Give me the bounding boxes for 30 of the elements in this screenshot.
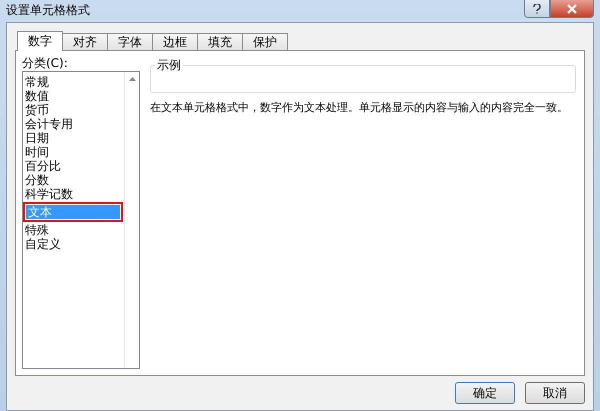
tab[interactable]: 保护 bbox=[242, 33, 288, 50]
window-title: 设置单元格格式 bbox=[6, 2, 90, 19]
category-list[interactable]: 常规 数值 货币 会计专用 日期 时间 百分比 分数 科学记数 文本 特殊 自定义 bbox=[22, 71, 140, 369]
scroll-up-icon bbox=[128, 77, 136, 81]
scrollbar[interactable] bbox=[124, 72, 139, 368]
category-item[interactable]: 特殊 bbox=[23, 223, 120, 237]
tab[interactable]: 字体 bbox=[107, 33, 153, 50]
close-icon bbox=[567, 4, 577, 14]
help-button[interactable] bbox=[524, 0, 550, 18]
help-icon bbox=[533, 4, 541, 14]
category-item[interactable]: 数值 bbox=[23, 89, 120, 103]
category-item[interactable]: 科学记数 bbox=[23, 187, 120, 201]
description-text: 在文本单元格格式中，数字作为文本处理。单元格显示的内容与输入的内容完全一致。 bbox=[150, 101, 569, 115]
category-item[interactable]: 货币 bbox=[23, 103, 120, 117]
cancel-button[interactable]: 取消 bbox=[525, 382, 585, 404]
category-item[interactable]: 会计专用 bbox=[23, 117, 120, 131]
category-label: 分类(C): bbox=[22, 55, 69, 71]
ok-button[interactable]: 确定 bbox=[455, 382, 515, 404]
close-button[interactable] bbox=[550, 0, 594, 18]
category-item[interactable]: 日期 bbox=[23, 131, 120, 145]
tab[interactable]: 数字 bbox=[17, 31, 63, 51]
tab[interactable]: 填充 bbox=[197, 33, 243, 50]
category-item[interactable]: 常规 bbox=[23, 75, 120, 89]
category-item[interactable]: 自定义 bbox=[23, 237, 120, 251]
category-item[interactable]: 百分比 bbox=[23, 159, 120, 173]
category-item[interactable]: 时间 bbox=[23, 145, 120, 159]
tab[interactable]: 对齐 bbox=[62, 33, 108, 50]
sample-label: 示例 bbox=[155, 58, 183, 72]
category-item[interactable]: 分数 bbox=[23, 173, 120, 187]
tab[interactable]: 边框 bbox=[152, 33, 198, 50]
